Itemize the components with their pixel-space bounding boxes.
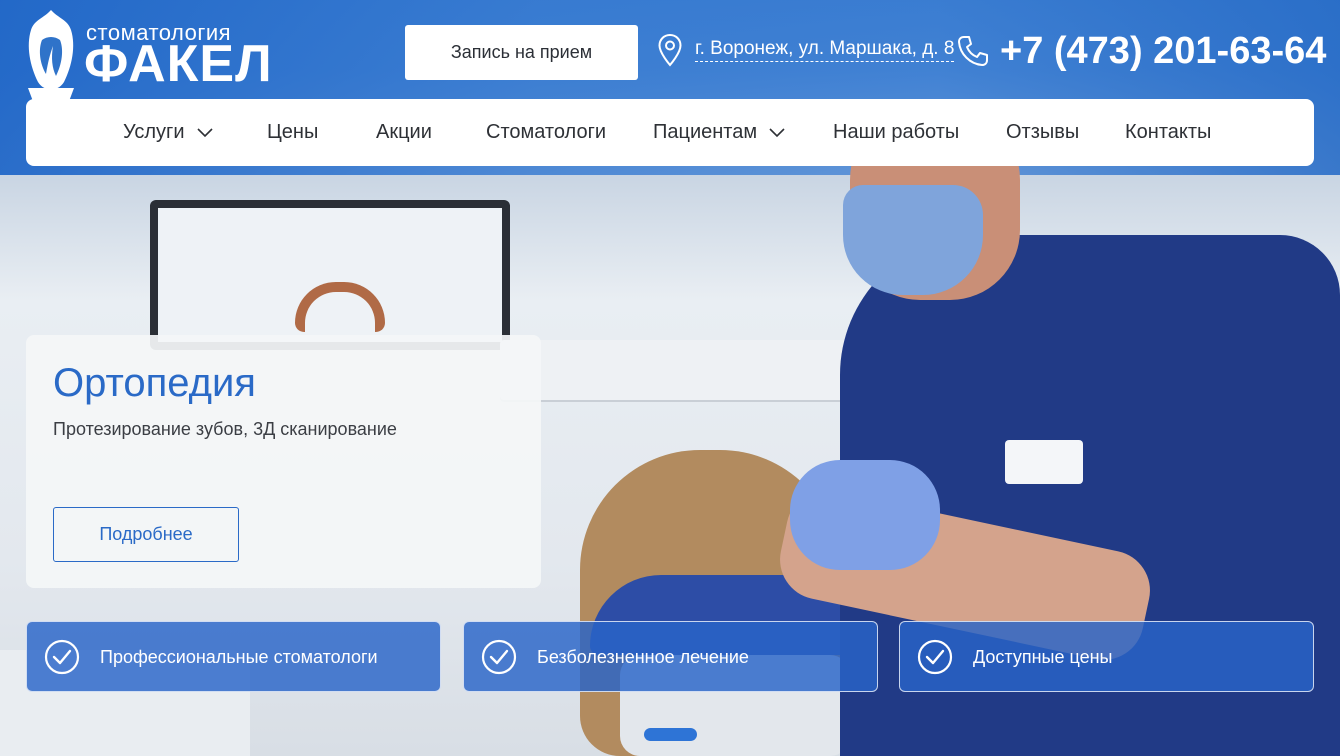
address-link[interactable]: г. Воронеж, ул. Маршака, д. 8 [657, 32, 955, 68]
nav-item-label: Наши работы [833, 121, 960, 143]
phone-number: +7 (473) 201-63-64 [1000, 29, 1327, 72]
nav-item-label: Пациентам [653, 121, 758, 143]
location-pin-icon [658, 33, 682, 67]
nav-item-dentists[interactable]: Стоматологи [486, 99, 606, 166]
phone-link[interactable]: +7 (473) 201-63-64 [956, 28, 1326, 74]
nav-item-our-works[interactable]: Наши работы [833, 99, 959, 166]
feature-label: Профессиональные стоматологи [100, 647, 378, 667]
nav-item-prices[interactable]: Цены [267, 99, 318, 166]
nav-item-reviews[interactable]: Отзывы [1006, 99, 1079, 166]
photo-face-mask [843, 185, 983, 295]
nav-item-label: Цены [267, 121, 319, 143]
promo-subtitle: Протезирование зубов, 3Д сканирование [53, 419, 397, 439]
nav-item-label: Стоматологи [486, 121, 607, 143]
appointment-button[interactable]: Запись на прием [405, 25, 638, 80]
nav-item-services[interactable]: Услуги [123, 99, 213, 166]
nav-item-label: Отзывы [1006, 121, 1080, 143]
feature-label: Доступные цены [973, 647, 1113, 667]
more-button[interactable]: Подробнее [53, 507, 239, 562]
nav-item-label: Контакты [1125, 121, 1212, 143]
photo-glove [790, 460, 940, 570]
slider-indicator[interactable] [644, 728, 697, 741]
feature-label: Безболезненное лечение [537, 647, 749, 667]
address-text: г. Воронеж, ул. Маршака, д. 8 [695, 38, 955, 62]
check-circle-icon [44, 639, 80, 675]
main-nav: Услуги Цены Акции Стоматологи Пациентам … [26, 99, 1314, 166]
logo-name: ФАКЕЛ [84, 35, 273, 93]
photo-name-badge [1005, 440, 1083, 484]
chevron-down-icon [769, 127, 785, 137]
photo-cabinet [500, 340, 880, 400]
nav-item-patients[interactable]: Пациентам [653, 99, 785, 166]
check-circle-icon [481, 639, 517, 675]
feature-card: Безболезненное лечение [463, 621, 878, 692]
nav-item-label: Услуги [123, 121, 185, 143]
nav-item-promotions[interactable]: Акции [376, 99, 432, 166]
check-circle-icon [917, 639, 953, 675]
promo-card: Ортопедия Протезирование зубов, 3Д скани… [26, 335, 541, 588]
nav-item-contacts[interactable]: Контакты [1125, 99, 1211, 166]
nav-item-label: Акции [376, 121, 432, 143]
feature-card: Доступные цены [899, 621, 1314, 692]
phone-icon [958, 36, 988, 66]
feature-card: Профессиональные стоматологи [26, 621, 441, 692]
promo-title: Ортопедия [53, 361, 256, 405]
chevron-down-icon [196, 127, 213, 137]
